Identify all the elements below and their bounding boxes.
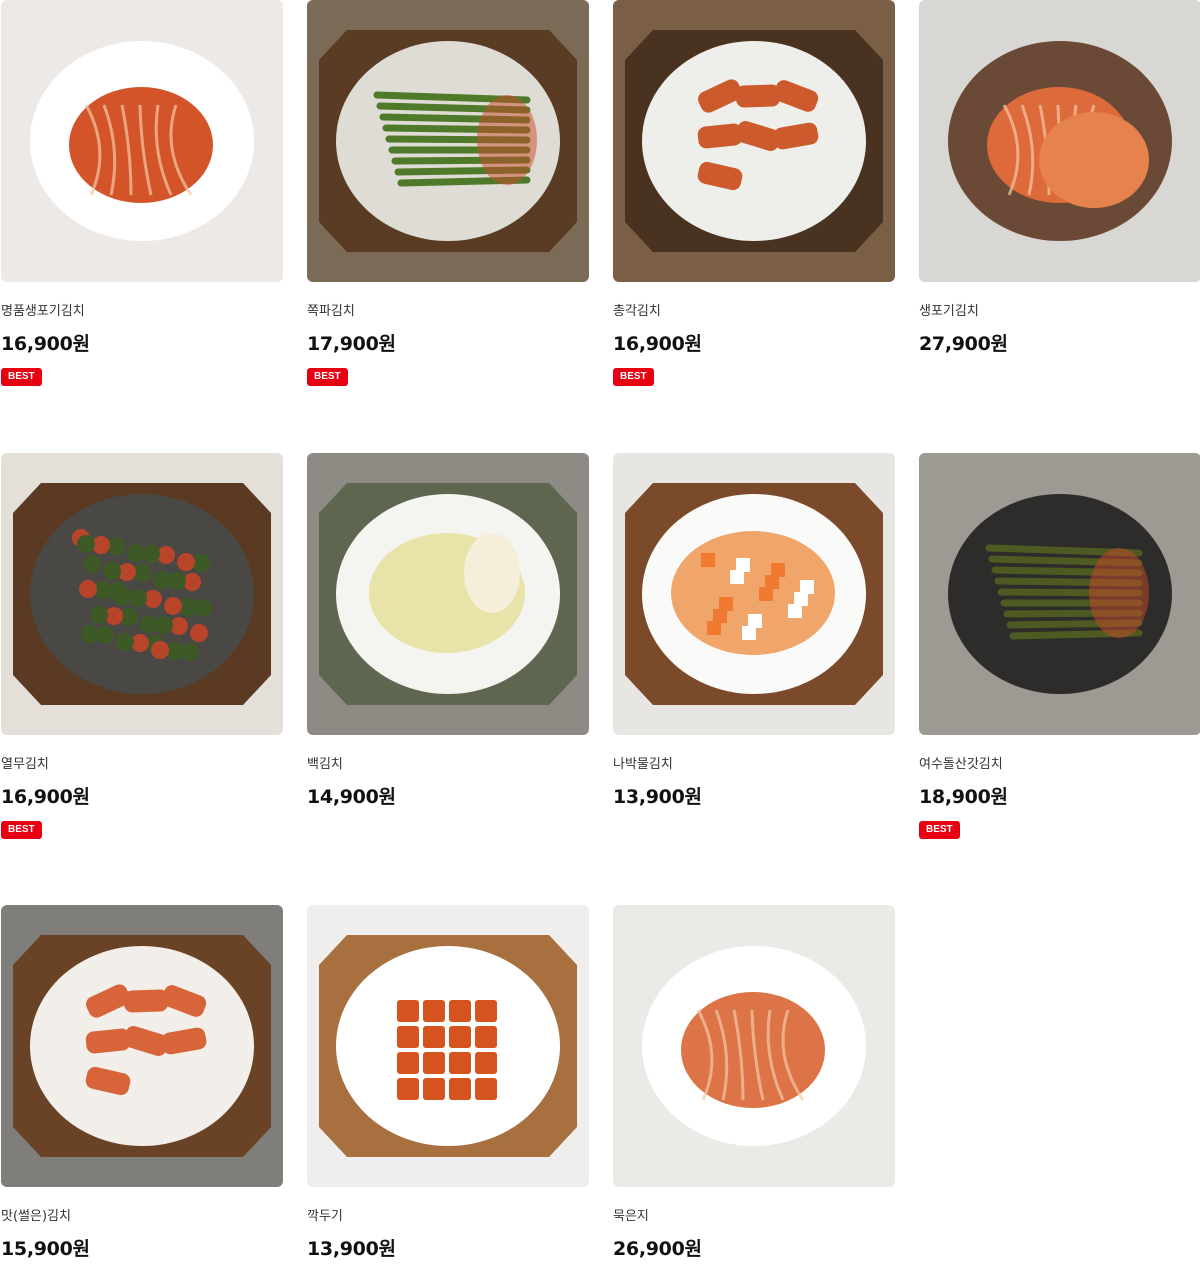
fresh-cabbage-kimchi-photo	[919, 0, 1200, 282]
product-name[interactable]: 총각김치	[613, 300, 661, 319]
aged-kimchi-photo	[613, 905, 895, 1187]
product-name[interactable]: 명품생포기김치	[1, 300, 85, 319]
product-price: 14,900원	[307, 786, 396, 808]
product-card[interactable]: 쪽파김치 17,900원 BEST	[307, 0, 589, 386]
product-name[interactable]: 맛(썰은)김치	[1, 1205, 71, 1224]
young-radish-kimchi-photo	[1, 453, 283, 735]
product-name[interactable]: 생포기김치	[919, 300, 979, 319]
product-name[interactable]: 열무김치	[1, 753, 49, 772]
product-price: 15,900원	[1, 1238, 90, 1260]
product-price: 13,900원	[307, 1238, 396, 1260]
best-badge: BEST	[307, 368, 348, 386]
product-price: 16,900원	[1, 786, 90, 808]
product-image[interactable]	[307, 453, 589, 735]
product-card[interactable]: 묵은지 26,900원	[613, 905, 895, 1260]
product-name[interactable]: 여수돌산갓김치	[919, 753, 1003, 772]
white-kimchi-photo	[307, 453, 589, 735]
product-name[interactable]: 묵은지	[613, 1205, 649, 1224]
ponytail-radish-kimchi-photo	[613, 0, 895, 282]
mustard-leaf-kimchi-photo	[919, 453, 1200, 735]
product-name[interactable]: 깍두기	[307, 1205, 343, 1224]
cubed-radish-kimchi-photo	[307, 905, 589, 1187]
product-card[interactable]: 깍두기 13,900원	[307, 905, 589, 1260]
whole-cabbage-kimchi-photo	[1, 0, 283, 282]
product-card[interactable]: 총각김치 16,900원 BEST	[613, 0, 895, 386]
product-name[interactable]: 나박물김치	[613, 753, 673, 772]
water-kimchi-photo	[613, 453, 895, 735]
product-image[interactable]	[919, 453, 1200, 735]
product-image[interactable]	[1, 905, 283, 1187]
product-price: 13,900원	[613, 786, 702, 808]
product-card[interactable]: 열무김치 16,900원 BEST	[1, 453, 283, 839]
product-price: 17,900원	[307, 333, 396, 355]
product-price: 26,900원	[613, 1238, 702, 1260]
best-badge: BEST	[1, 821, 42, 839]
best-badge: BEST	[1, 368, 42, 386]
best-badge: BEST	[919, 821, 960, 839]
product-card[interactable]: 백김치 14,900원	[307, 453, 589, 808]
sliced-kimchi-photo	[1, 905, 283, 1187]
product-card[interactable]: 나박물김치 13,900원	[613, 453, 895, 808]
product-image[interactable]	[613, 453, 895, 735]
product-image[interactable]	[613, 905, 895, 1187]
best-badge: BEST	[613, 368, 654, 386]
product-image[interactable]	[307, 0, 589, 282]
green-onion-kimchi-photo	[307, 0, 589, 282]
product-image[interactable]	[307, 905, 589, 1187]
product-price: 27,900원	[919, 333, 1008, 355]
product-card[interactable]: 여수돌산갓김치 18,900원 BEST	[919, 453, 1200, 839]
product-image[interactable]	[613, 0, 895, 282]
product-card[interactable]: 명품생포기김치 16,900원 BEST	[1, 0, 283, 386]
product-price: 18,900원	[919, 786, 1008, 808]
product-image[interactable]	[1, 453, 283, 735]
product-price: 16,900원	[613, 333, 702, 355]
product-name[interactable]: 백김치	[307, 753, 343, 772]
product-price: 16,900원	[1, 333, 90, 355]
product-image[interactable]	[919, 0, 1200, 282]
product-card[interactable]: 생포기김치 27,900원	[919, 0, 1200, 355]
product-card[interactable]: 맛(썰은)김치 15,900원	[1, 905, 283, 1260]
product-name[interactable]: 쪽파김치	[307, 300, 355, 319]
product-image[interactable]	[1, 0, 283, 282]
